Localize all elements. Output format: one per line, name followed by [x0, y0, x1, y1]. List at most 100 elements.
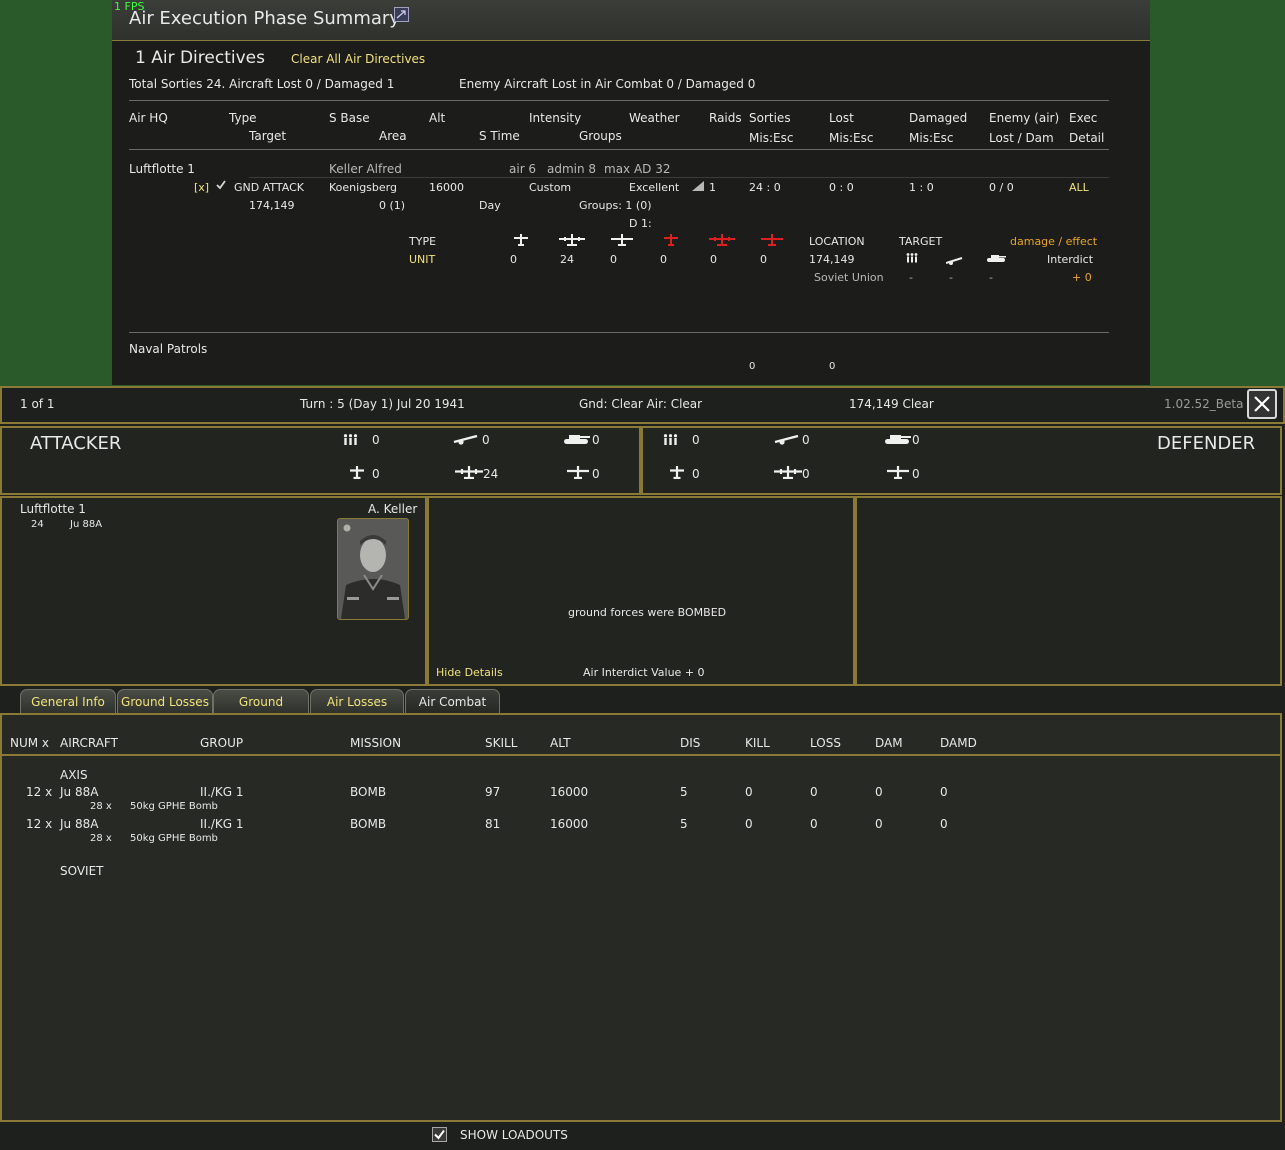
- directive-intensity: Custom: [529, 181, 572, 194]
- table-row-1-mission: BOMB: [350, 785, 387, 799]
- table-row-2-skill: 81: [485, 817, 501, 831]
- table-row-2-mission: BOMB: [350, 817, 387, 831]
- col-num: NUM x: [10, 736, 50, 750]
- directive-damaged: 1 : 0: [909, 181, 934, 194]
- table-row-1-num: 12 x: [26, 785, 53, 799]
- header-intensity: Intensity: [529, 111, 582, 125]
- unit-aircraft-count: 24: [31, 519, 44, 530]
- leader-portrait[interactable]: [337, 518, 409, 620]
- unit-value-enemy-bomber: 0: [710, 253, 717, 266]
- defender-afv-value: 0: [912, 433, 920, 447]
- air-execution-summary-panel: 1 FPS Air Execution Phase Summary 1 Air …: [112, 0, 1150, 385]
- defender-fighter-value: 0: [692, 467, 700, 481]
- header-damaged-mis-esc: Mis:Esc: [909, 131, 954, 145]
- damage-effect-label: damage / effect: [1010, 235, 1098, 248]
- header-air-hq: Air HQ: [129, 111, 168, 125]
- hq-air: air 6: [509, 162, 537, 176]
- directive-alt: 16000: [429, 181, 464, 194]
- naval-lost-value: 0: [829, 361, 836, 372]
- table-row-2-loss: 0: [810, 817, 818, 831]
- detail-location: 174,149: [809, 253, 855, 266]
- table-row-2-aircraft[interactable]: Ju 88A: [60, 817, 98, 831]
- enemy-bomber-icon: [709, 234, 735, 249]
- directive-area: 0 (1): [379, 199, 406, 212]
- tab-air-combat[interactable]: Air Combat: [405, 689, 500, 713]
- minimize-icon[interactable]: [394, 7, 409, 22]
- naval-sorties-value: 0: [749, 361, 756, 372]
- show-loadouts-checkbox[interactable]: [432, 1127, 447, 1142]
- weather-conditions: Gnd: Clear Air: Clear: [579, 397, 703, 411]
- defender-bomber-icon: [774, 466, 802, 482]
- checkmark-icon: [434, 1129, 445, 1140]
- tab-general-info[interactable]: General Info: [20, 689, 116, 713]
- directive-groups: Groups: 1 (0): [579, 199, 652, 212]
- tab-air-losses[interactable]: Air Losses: [310, 689, 404, 713]
- directive-exec-all[interactable]: ALL: [1069, 181, 1089, 194]
- table-row-1-aircraft[interactable]: Ju 88A: [60, 785, 98, 799]
- defender-recon-value: 0: [912, 467, 920, 481]
- hq-commander: Keller Alfred: [329, 162, 402, 176]
- directive-enemy: 0 / 0: [989, 181, 1014, 194]
- target-value-infantry: -: [909, 271, 913, 284]
- attacker-men-value: 0: [372, 433, 380, 447]
- enemy-totals-text: Enemy Aircraft Lost in Air Combat 0 / Da…: [459, 77, 756, 91]
- defender-unit-box: [855, 496, 1282, 686]
- hex-location: 174,149 Clear: [849, 397, 934, 411]
- table-row-2-group[interactable]: II./KG 1: [200, 817, 244, 831]
- directive-enabled-checkbox[interactable]: [216, 180, 226, 193]
- directive-delete-toggle[interactable]: [x]: [194, 181, 209, 194]
- col-group: GROUP: [200, 736, 244, 750]
- unit-name[interactable]: Luftflotte 1: [20, 502, 86, 516]
- col-aircraft: AIRCRAFT: [60, 736, 118, 750]
- directive-stime: Day: [479, 199, 501, 212]
- unit-aircraft-type: Ju 88A: [70, 519, 103, 530]
- table-row-2-kill: 0: [745, 817, 753, 831]
- naval-patrols-label: Naval Patrols: [129, 342, 208, 356]
- header-groups: Groups: [579, 129, 622, 143]
- hide-details-link[interactable]: Hide Details: [436, 666, 503, 679]
- attacker-afv-value: 0: [592, 433, 600, 447]
- directive-lost: 0 : 0: [829, 181, 854, 194]
- target-value-tank: -: [989, 271, 993, 284]
- col-mission: MISSION: [350, 736, 402, 750]
- show-loadouts-label[interactable]: SHOW LOADOUTS: [460, 1128, 568, 1142]
- detail-type-label: TYPE: [409, 235, 437, 248]
- attacker-men-icon: [343, 434, 358, 448]
- attacker-recon-value: 0: [592, 467, 600, 481]
- attacker-recon-icon: [567, 466, 589, 482]
- table-row-1-damd: 0: [940, 785, 948, 799]
- header-enemy-lost-dam: Lost / Dam: [989, 131, 1054, 145]
- table-row-2-load-num: 28 x: [90, 833, 112, 844]
- table-row-1-load: 50kg GPHE Bomb: [130, 801, 218, 812]
- header-sorties: Sorties: [749, 111, 791, 125]
- attacker-label: ATTACKER: [30, 433, 122, 454]
- table-row-2-damd: 0: [940, 817, 948, 831]
- detail-location-label: LOCATION: [809, 235, 865, 248]
- soviet-section-label: SOVIET: [60, 864, 104, 878]
- table-row-1-dis: 5: [680, 785, 688, 799]
- hq-max-ad: max AD 32: [604, 162, 671, 176]
- header-weather: Weather: [629, 111, 680, 125]
- header-type: Type: [229, 111, 257, 125]
- tab-ground-combat[interactable]: Ground Combat: [213, 689, 309, 733]
- detail-target-label: TARGET: [899, 235, 943, 248]
- unit-value-bomber: 24: [560, 253, 574, 266]
- damage-value: + 0: [1072, 271, 1092, 284]
- tab-ground-losses[interactable]: Ground Losses: [117, 689, 213, 713]
- table-row-2-alt: 16000: [550, 817, 589, 831]
- air-interdict-value: Air Interdict Value + 0: [583, 666, 705, 679]
- signal-strength-icon: [692, 181, 704, 194]
- clear-all-directives-link[interactable]: Clear All Air Directives: [291, 52, 425, 66]
- turn-info: Turn : 5 (Day 1) Jul 20 1941: [300, 397, 465, 411]
- table-row-1-group[interactable]: II./KG 1: [200, 785, 244, 799]
- directive-weather: Excellent: [629, 181, 680, 194]
- hq-name[interactable]: Luftflotte 1: [129, 162, 195, 176]
- close-button[interactable]: [1247, 389, 1277, 419]
- table-row-2-dam: 0: [875, 817, 883, 831]
- fighter-icon: [513, 234, 529, 249]
- table-row-1-alt: 16000: [550, 785, 589, 799]
- target-value-artillery: -: [949, 271, 953, 284]
- directive-target: 174,149: [249, 199, 295, 212]
- header-s-time: S Time: [479, 129, 520, 143]
- col-alt: ALT: [550, 736, 571, 750]
